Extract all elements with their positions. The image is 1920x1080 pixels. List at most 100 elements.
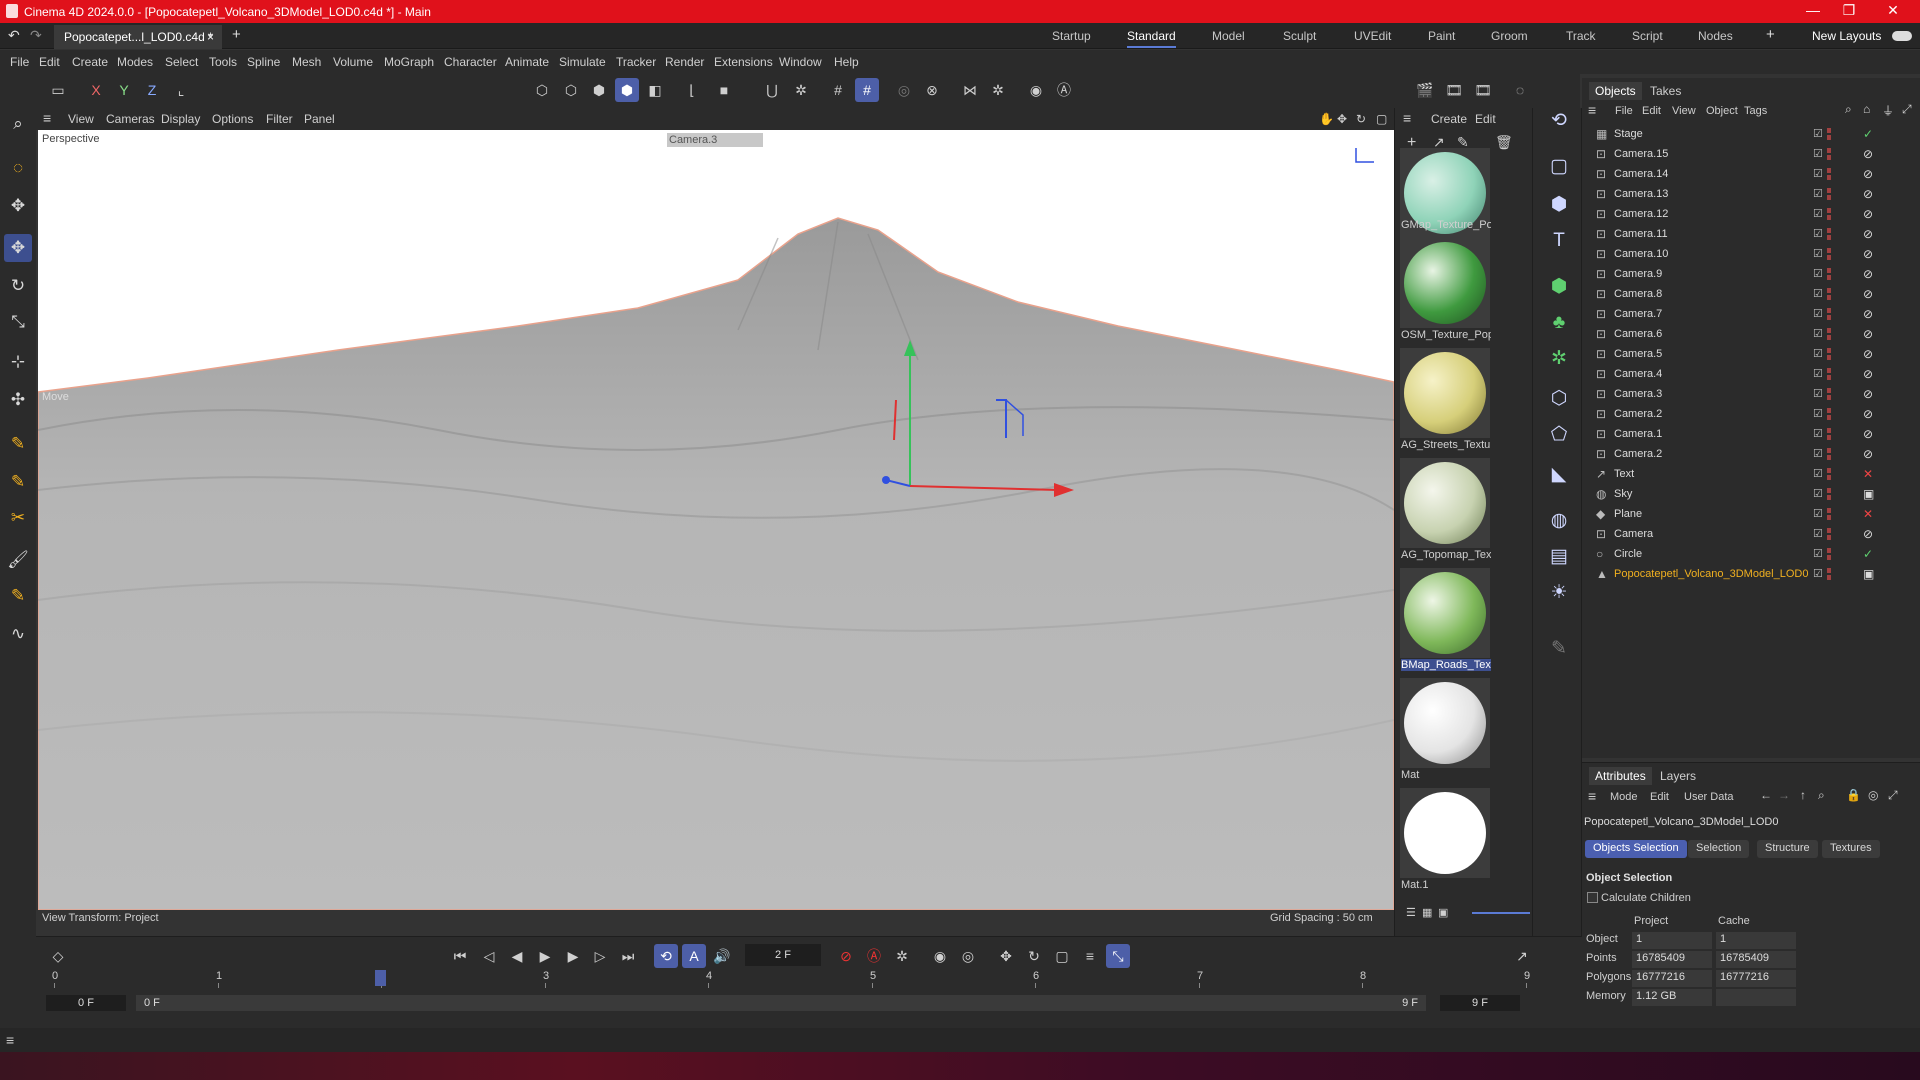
transfer-tool-icon[interactable]: ⊹ xyxy=(4,348,32,376)
locking-icon[interactable]: Ⓐ xyxy=(1052,78,1076,102)
playhead[interactable] xyxy=(375,970,386,986)
cloner-icon[interactable]: ♣ xyxy=(1544,308,1574,338)
material-menu-create[interactable]: Create xyxy=(1431,112,1467,126)
deform-icon[interactable]: ◎ xyxy=(892,78,916,102)
protection-tag-icon[interactable]: ⊘ xyxy=(1863,247,1873,261)
disabled-icon[interactable]: ✕ xyxy=(1863,507,1873,521)
attributes-menu-mode[interactable]: Mode xyxy=(1610,791,1638,803)
objects-menu-edit[interactable]: Edit xyxy=(1642,105,1661,117)
preview-range-bar[interactable]: 0 F 9 F xyxy=(136,995,1426,1011)
tab-structure[interactable]: Structure xyxy=(1757,840,1818,858)
menu-modes[interactable]: Modes xyxy=(117,55,153,69)
protection-tag-icon[interactable]: ⊘ xyxy=(1863,347,1873,361)
objects-menu-tags[interactable]: Tags xyxy=(1744,105,1767,117)
protection-tag-icon[interactable]: ⊘ xyxy=(1863,427,1873,441)
protection-tag-icon[interactable]: ⊘ xyxy=(1863,447,1873,461)
z-axis-toggle[interactable]: Z xyxy=(140,78,164,102)
object-row[interactable]: ◍ Sky ☑ ▣ xyxy=(1582,485,1920,505)
visibility-dots[interactable] xyxy=(1827,468,1831,480)
tab-attributes[interactable]: Attributes xyxy=(1589,767,1652,785)
menu-window[interactable]: Window xyxy=(779,55,822,69)
rotate-view-icon[interactable]: ↻ xyxy=(1356,112,1366,126)
live-selection-icon[interactable]: ◌ xyxy=(4,154,32,182)
visibility-dots[interactable] xyxy=(1827,168,1831,180)
visibility-dots[interactable] xyxy=(1827,368,1831,380)
attributes-settings-icon[interactable]: ◎ xyxy=(1868,788,1878,802)
menu-tracker[interactable]: Tracker xyxy=(616,55,656,69)
layer-checkbox-icon[interactable]: ☑ xyxy=(1813,427,1823,440)
viewport-menu-cameras[interactable]: Cameras xyxy=(106,112,155,126)
layer-checkbox-icon[interactable]: ☑ xyxy=(1813,507,1823,520)
material-swatch[interactable] xyxy=(1400,678,1490,768)
menu-tools[interactable]: Tools xyxy=(209,55,237,69)
visibility-dots[interactable] xyxy=(1827,128,1831,140)
layout-script[interactable]: Script xyxy=(1632,29,1663,43)
visibility-dots[interactable] xyxy=(1827,188,1831,200)
coordinate-system-icon[interactable]: ⌞ xyxy=(169,78,193,102)
loop-toggle-icon[interactable]: ⟲ xyxy=(654,944,678,968)
large-view-icon[interactable]: ▣ xyxy=(1438,906,1448,919)
visibility-dots[interactable] xyxy=(1827,428,1831,440)
next-frame-icon[interactable]: ▶ xyxy=(561,944,585,968)
objects-filter-icon[interactable]: ⏚ xyxy=(1882,102,1894,119)
visibility-dots[interactable] xyxy=(1827,448,1831,460)
snap-icon[interactable]: ⋃ xyxy=(760,78,784,102)
objects-search-icon[interactable]: ⌕ xyxy=(1845,102,1852,117)
material-swatch[interactable] xyxy=(1400,458,1490,548)
auto-record-icon[interactable]: Ⓐ xyxy=(862,944,886,968)
attributes-expand-icon[interactable]: ⤢ xyxy=(1888,788,1898,803)
position-key-icon[interactable]: ✥ xyxy=(994,944,1018,968)
spline-pen-icon[interactable]: ✎ xyxy=(4,430,32,458)
environment-icon[interactable]: ◍ xyxy=(1544,506,1574,536)
dolly-view-icon[interactable]: ✥ xyxy=(1337,112,1347,126)
disabled-icon[interactable]: ✕ xyxy=(1863,467,1873,481)
deformer-icon[interactable]: ⬡ xyxy=(1544,384,1574,414)
objects-mode-icon[interactable]: ▭ xyxy=(46,78,70,102)
maximize-view-icon[interactable]: ▢ xyxy=(1376,112,1387,126)
viewport-menu-panel[interactable]: Panel xyxy=(304,112,335,126)
generator-icon[interactable]: ⬢ xyxy=(1544,272,1574,302)
object-row[interactable]: ⊡ Camera.15 ☑ ⊘ xyxy=(1582,145,1920,165)
protection-tag-icon[interactable]: ⊘ xyxy=(1863,227,1873,241)
object-row[interactable]: ⊡ Camera.9 ☑ ⊘ xyxy=(1582,265,1920,285)
model-mode-icon[interactable]: ⬢ xyxy=(615,78,639,102)
tab-layers[interactable]: Layers xyxy=(1660,769,1696,783)
render-view-icon[interactable]: 🎬 xyxy=(1413,78,1437,102)
objects-hamburger-icon[interactable]: ≡ xyxy=(1588,102,1596,118)
grid-icon[interactable]: # xyxy=(826,78,850,102)
move-tool-icon[interactable]: ✥ xyxy=(4,234,32,262)
knife-tool-icon[interactable]: ✂ xyxy=(4,504,32,532)
layer-checkbox-icon[interactable]: ☑ xyxy=(1813,267,1823,280)
up-icon[interactable]: ↑ xyxy=(1800,788,1806,802)
camera-view-icon[interactable]: ⟲ xyxy=(1544,106,1574,136)
menu-select[interactable]: Select xyxy=(165,55,198,69)
object-row[interactable]: ⊡ Camera.10 ☑ ⊘ xyxy=(1582,245,1920,265)
visibility-dots[interactable] xyxy=(1827,148,1831,160)
menu-mesh[interactable]: Mesh xyxy=(292,55,321,69)
object-row[interactable]: ↗ Text ☑ ✕ xyxy=(1582,465,1920,485)
attributes-hamburger-icon[interactable]: ≡ xyxy=(1588,788,1596,804)
object-row[interactable]: ▦ Stage ☑ ✓ xyxy=(1582,125,1920,145)
visibility-dots[interactable] xyxy=(1827,528,1831,540)
object-row[interactable]: ⊡ Camera.2 ☑ ⊘ xyxy=(1582,445,1920,465)
layer-checkbox-icon[interactable]: ☑ xyxy=(1813,467,1823,480)
object-row[interactable]: ⊡ Camera.11 ☑ ⊘ xyxy=(1582,225,1920,245)
maximize-button[interactable]: ❐ xyxy=(1826,0,1872,23)
menu-simulate[interactable]: Simulate xyxy=(559,55,606,69)
layer-checkbox-icon[interactable]: ☑ xyxy=(1813,547,1823,560)
visibility-dots[interactable] xyxy=(1827,228,1831,240)
material-swatch[interactable] xyxy=(1400,238,1490,328)
object-row[interactable]: ⊡ Camera.6 ☑ ⊘ xyxy=(1582,325,1920,345)
visibility-dots[interactable] xyxy=(1827,208,1831,220)
edges-mode-icon[interactable]: ⬡ xyxy=(559,78,583,102)
rotate-tool-icon[interactable]: ↻ xyxy=(4,272,32,300)
layer-checkbox-icon[interactable]: ☑ xyxy=(1813,387,1823,400)
go-to-start-icon[interactable]: ⏮ xyxy=(448,944,472,968)
points-mode-icon[interactable]: ⬡ xyxy=(530,78,554,102)
menu-spline[interactable]: Spline xyxy=(247,55,280,69)
menu-render[interactable]: Render xyxy=(665,55,704,69)
motion-path-icon[interactable]: ◎ xyxy=(956,944,980,968)
new-layouts-label[interactable]: New Layouts xyxy=(1812,29,1881,43)
undo-icon[interactable]: ↶ xyxy=(8,27,20,44)
end-frame-field[interactable]: 9 F xyxy=(1440,995,1520,1011)
